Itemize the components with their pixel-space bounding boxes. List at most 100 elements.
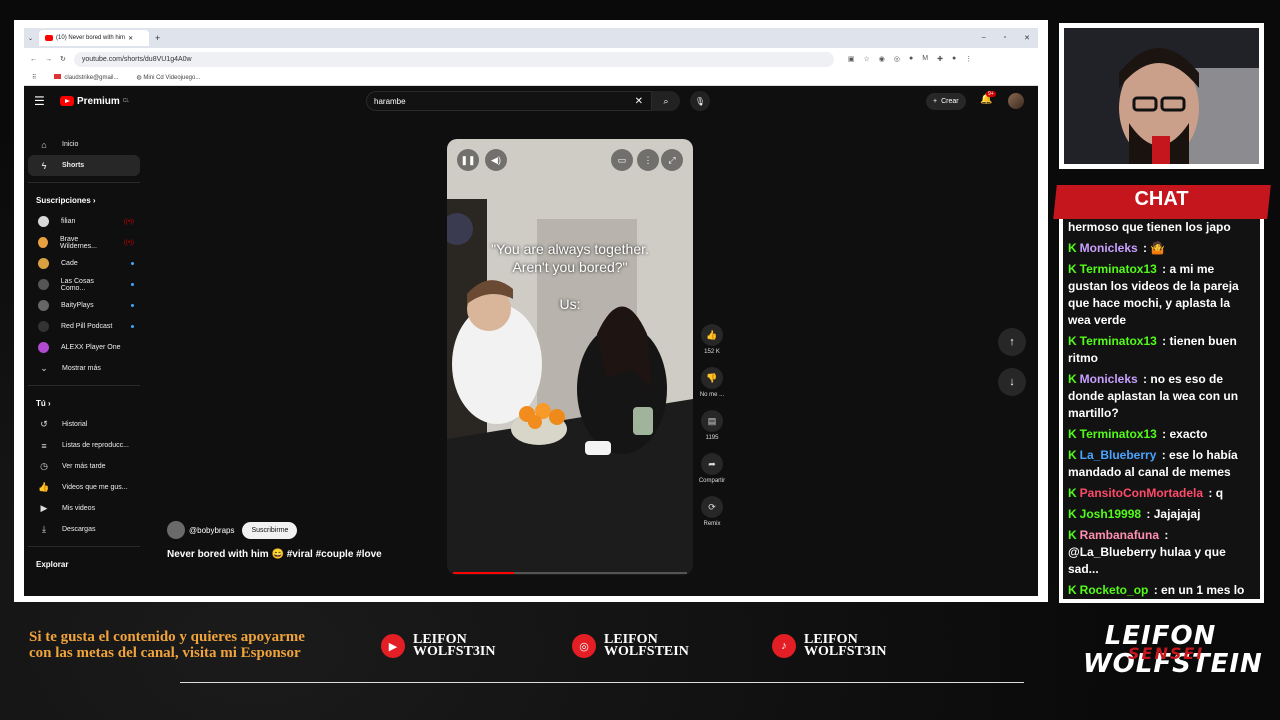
notifications-button[interactable]: 🔔 9+ <box>980 91 996 105</box>
tab-list-icon[interactable]: ⌄ <box>28 35 33 42</box>
sidebar-item-you[interactable]: 👍 Videos que me gus... <box>28 477 140 498</box>
pause-button[interactable]: ❚❚ <box>457 149 479 171</box>
kick-badge-icon: K <box>1068 486 1077 500</box>
sidebar-item-subscription[interactable]: filian ((•)) <box>28 211 140 232</box>
sidebar-item-label: Brave Wildernes... <box>59 235 97 250</box>
sidebar-item-you[interactable]: ◷ Ver más tarde <box>28 456 140 477</box>
chat-username[interactable]: Monicleks <box>1080 241 1138 255</box>
short-video-player[interactable]: ❚❚ ◀) ▭ ⋮ ⤢ "You are always together. Ar… <box>447 139 693 575</box>
volume-icon: ◀) <box>491 154 501 165</box>
sidebar-item-label: ALEXX Player One <box>61 344 121 351</box>
social-line2: WOLFSTEIN <box>604 644 689 659</box>
back-icon[interactable]: ← <box>30 56 37 63</box>
browser-tab[interactable]: (10) Never bored with him ✕ <box>39 30 150 46</box>
fullscreen-button[interactable]: ⤢ <box>661 149 683 171</box>
video-caption-line1: "You are always together. <box>491 241 649 257</box>
extension-icon[interactable]: ◉ <box>879 55 885 63</box>
apps-icon[interactable]: ⠿ <box>32 74 36 81</box>
search-button[interactable]: ⌕ <box>652 91 680 111</box>
bookmark-item[interactable]: ◍ Mini Cd Videojuego... <box>137 74 201 81</box>
sponsor-text: Si te gusta el contenido y quieres apoya… <box>29 629 305 661</box>
new-tab-icon[interactable]: + <box>155 33 160 43</box>
chat-text: : exacto <box>1158 427 1208 441</box>
volume-button[interactable]: ◀) <box>485 149 507 171</box>
action-label: Remix <box>703 521 721 527</box>
sidebar-item-subscription[interactable]: Las Cosas Como... <box>28 274 140 295</box>
star-icon[interactable]: ☆ <box>864 55 870 63</box>
forward-icon[interactable]: → <box>45 56 52 63</box>
video-caption-line2: Aren't you bored?" <box>512 259 628 275</box>
url-field[interactable]: youtube.com/shorts/du8VU1g4A0w <box>73 51 834 67</box>
chat-username[interactable]: Monicleks <box>1080 372 1138 386</box>
search-input[interactable]: harambe ✕ <box>366 91 652 111</box>
kick-badge-icon: K <box>1068 262 1077 276</box>
youtube-logo[interactable]: Premium CL <box>60 96 129 107</box>
avatar[interactable] <box>1008 93 1024 109</box>
create-button[interactable]: + Crear <box>926 93 966 110</box>
more-options-button[interactable]: ⋮ <box>637 149 659 171</box>
sidebar-item-subscription[interactable]: Cade <box>28 253 140 274</box>
sidebar-item-subscription[interactable]: BaityPlays <box>28 295 140 316</box>
channel-avatar <box>38 237 48 248</box>
short-action[interactable]: 👍 152 K <box>697 324 727 355</box>
maximize-icon[interactable]: ▫ <box>1004 34 1006 42</box>
address-bar-row: ← → ↻ youtube.com/shorts/du8VU1g4A0w ▣ ☆… <box>24 48 1038 70</box>
sidebar-item-you[interactable]: ⤓ Descargas <box>28 519 140 540</box>
sidebar-item-subscription[interactable]: Red Pill Podcast <box>28 316 140 337</box>
chat-username[interactable]: Terminatox13 <box>1080 334 1157 348</box>
hamburger-menu-icon[interactable]: ☰ <box>34 94 54 108</box>
you-heading[interactable]: Tú › <box>28 392 140 414</box>
subscriptions-heading[interactable]: Suscripciones › <box>28 189 140 211</box>
chat-message: K Terminatox13 : a mi me gustan los video… <box>1068 261 1255 329</box>
kick-badge-icon: K <box>1068 241 1077 255</box>
short-action[interactable]: ➦ Compartir <box>697 453 727 484</box>
captions-button[interactable]: ▭ <box>611 149 633 171</box>
explore-heading[interactable]: Explorar <box>28 553 140 575</box>
sidebar-item-shorts[interactable]: ϟ Shorts <box>28 155 140 176</box>
bookmark-item[interactable]: claudstrike@gmail... <box>54 74 119 81</box>
sidebar-item-you[interactable]: ≡ Listas de reproducc... <box>28 435 140 456</box>
new-content-dot-icon <box>131 262 134 265</box>
voice-search-button[interactable]: 🎙 <box>690 91 710 111</box>
history-icon: ↺ <box>40 419 48 429</box>
sidebar-item-subscription[interactable]: Brave Wildernes... ((•)) <box>28 232 140 253</box>
sidebar-item-subscription[interactable]: ALEXX Player One <box>28 337 140 358</box>
install-icon[interactable]: ▣ <box>848 55 855 63</box>
reload-icon[interactable]: ↻ <box>60 55 66 63</box>
gmail-icon[interactable]: M <box>922 55 928 63</box>
menu-icon[interactable]: ⋮ <box>965 55 972 63</box>
short-action[interactable]: ▤ 1195 <box>697 410 727 441</box>
close-window-icon[interactable]: ✕ <box>1024 34 1030 42</box>
chat-username[interactable]: PansitoConMortadela <box>1080 486 1203 500</box>
previous-short-button[interactable]: ↑ <box>998 328 1026 356</box>
extension-icon[interactable]: ● <box>909 55 913 63</box>
show-more-button[interactable]: ⌄ Mostrar más <box>28 358 140 379</box>
profile-icon[interactable]: ● <box>952 55 956 63</box>
chat-username[interactable]: Rocketo_op <box>1080 583 1149 597</box>
channel-avatar[interactable] <box>167 521 185 539</box>
minimize-icon[interactable]: – <box>982 34 986 42</box>
chat-username[interactable]: Terminatox13 <box>1080 427 1157 441</box>
extension-icon[interactable]: ◎ <box>894 55 900 63</box>
puzzle-icon[interactable]: ✚ <box>937 55 943 63</box>
close-tab-icon[interactable]: ✕ <box>128 35 133 42</box>
download-icon: ⤓ <box>42 524 46 534</box>
chat-username[interactable]: Rambanafuna <box>1080 528 1159 542</box>
channel-name[interactable]: @bobybraps <box>189 526 234 535</box>
sidebar-item-you[interactable]: ↺ Historial <box>28 414 140 435</box>
chat-username[interactable]: Terminatox13 <box>1080 262 1157 276</box>
subscribe-button[interactable]: Suscribirme <box>242 521 298 539</box>
social-tiktok: ♪ LEIFON WOLFST3IN <box>772 633 886 659</box>
clear-search-icon[interactable]: ✕ <box>635 96 643 107</box>
short-action[interactable]: 👎 No me ... <box>697 367 727 398</box>
chat-username[interactable]: La_Blueberry <box>1080 448 1157 462</box>
short-action[interactable]: ⟳ Remix <box>697 496 727 527</box>
action-label: Compartir <box>698 478 726 484</box>
more-vert-icon: ⋮ <box>643 154 653 165</box>
chat-text: : q <box>1205 486 1224 500</box>
sidebar-item-you[interactable]: ▶ Mis videos <box>28 498 140 519</box>
sidebar-item-inicio[interactable]: ⌂ Inicio <box>28 134 140 155</box>
next-short-button[interactable]: ↓ <box>998 368 1026 396</box>
video-progress-bar[interactable] <box>453 572 687 574</box>
chat-username[interactable]: Josh19998 <box>1080 507 1141 521</box>
